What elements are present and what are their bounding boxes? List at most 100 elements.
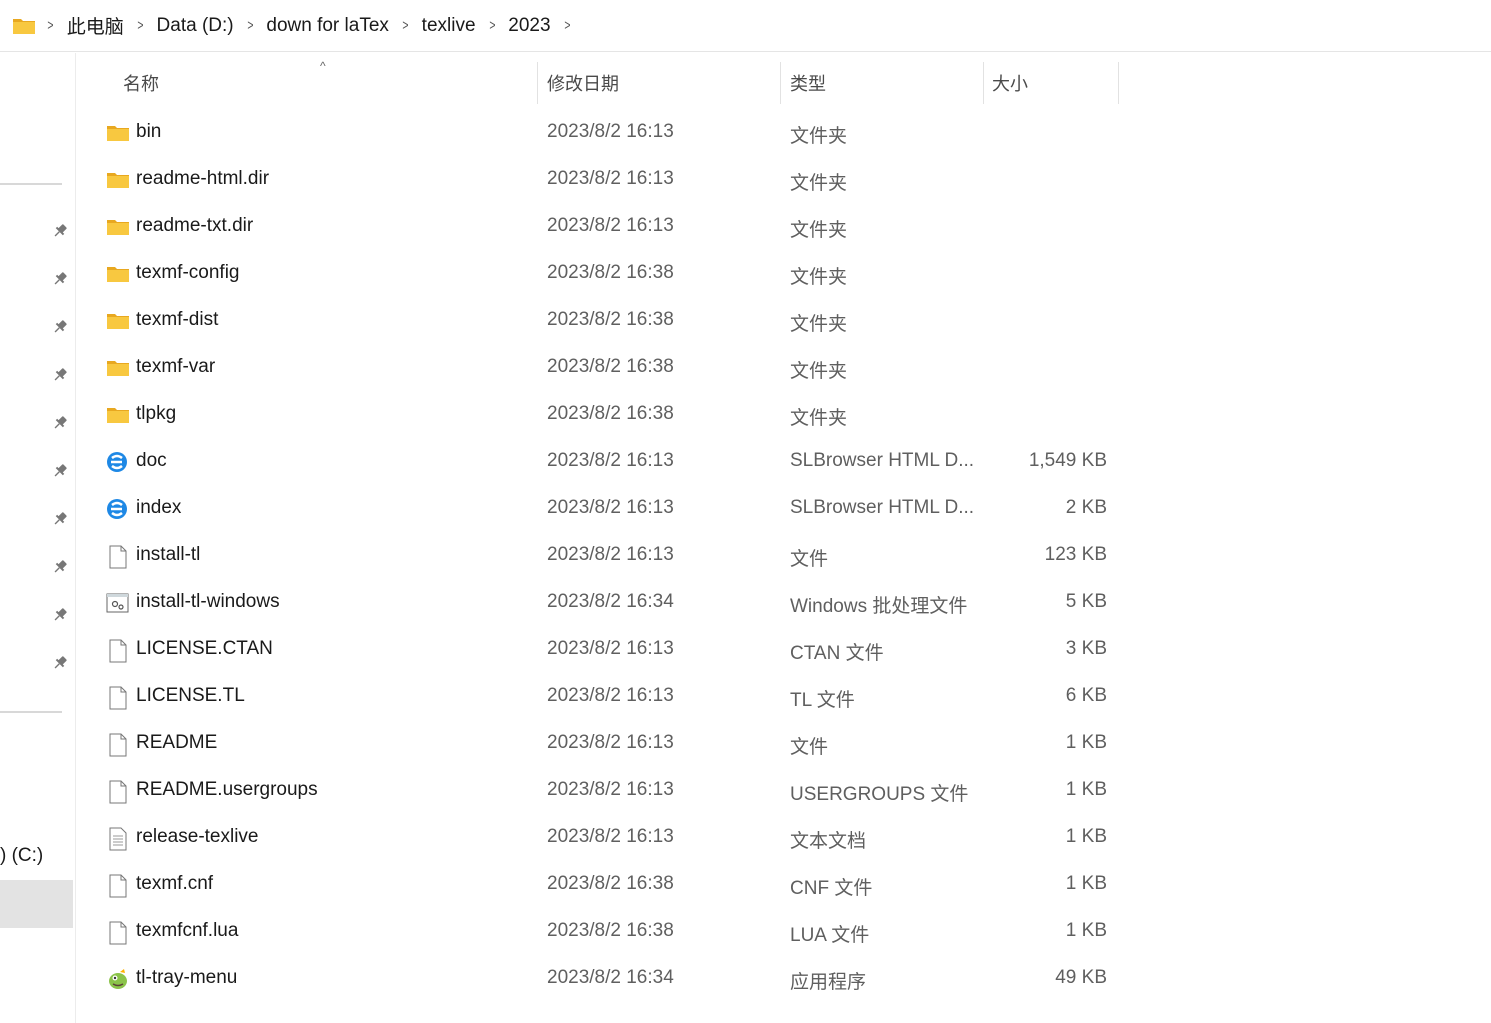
- file-row[interactable]: tl-tray-menu 2023/8/2 16:34 应用程序 49 KB: [77, 956, 1137, 1003]
- text-document-icon: [106, 827, 130, 851]
- pin-icon: [51, 318, 69, 336]
- file-type: CNF 文件: [790, 878, 873, 899]
- file-date: 2023/8/2 16:38: [547, 920, 674, 941]
- chevron-right-icon[interactable]: >: [402, 17, 408, 34]
- file-type: 应用程序: [790, 972, 867, 993]
- pin-icon: [51, 510, 69, 528]
- file-row[interactable]: bin 2023/8/2 16:13 文件夹: [77, 110, 1137, 157]
- breadcrumb: > 此电脑 > Data (D:) > down for laTex > tex…: [0, 0, 1491, 52]
- breadcrumb-item-this-pc[interactable]: 此电脑: [67, 12, 124, 39]
- file-row[interactable]: doc 2023/8/2 16:13 SLBrowser HTML D... 1,54…: [77, 439, 1137, 486]
- file-row[interactable]: texmf-config 2023/8/2 16:38 文件夹: [77, 251, 1137, 298]
- folder-icon: [106, 404, 130, 426]
- file-name: release-texlive: [136, 826, 259, 847]
- file-date: 2023/8/2 16:13: [547, 215, 674, 236]
- file-icon: [106, 874, 130, 898]
- folder-icon[interactable]: [12, 16, 36, 36]
- file-row[interactable]: readme-txt.dir 2023/8/2 16:13 文件夹: [77, 204, 1137, 251]
- column-header-type[interactable]: 类型: [790, 62, 826, 104]
- file-size: 1 KB: [1065, 920, 1107, 941]
- file-name: readme-html.dir: [136, 168, 270, 189]
- file-name: texmf-var: [136, 356, 216, 377]
- file-row[interactable]: texmfcnf.lua 2023/8/2 16:38 LUA 文件 1 KB: [77, 909, 1137, 956]
- browser-icon: [106, 451, 130, 473]
- column-divider[interactable]: [983, 62, 984, 104]
- file-type: Windows 批处理文件: [790, 596, 968, 617]
- file-date: 2023/8/2 16:13: [547, 685, 674, 706]
- column-header-size[interactable]: 大小: [992, 62, 1028, 104]
- file-size: 1 KB: [1065, 732, 1107, 753]
- column-divider[interactable]: [537, 62, 538, 104]
- file-date: 2023/8/2 16:38: [547, 403, 674, 424]
- file-row[interactable]: texmf.cnf 2023/8/2 16:38 CNF 文件 1 KB: [77, 862, 1137, 909]
- folder-icon: [106, 122, 130, 144]
- file-type: 文本文档: [790, 831, 867, 852]
- pin-icon: [51, 654, 69, 672]
- file-row[interactable]: install-tl 2023/8/2 16:13 文件 123 KB: [77, 533, 1137, 580]
- file-row[interactable]: texmf-dist 2023/8/2 16:38 文件夹: [77, 298, 1137, 345]
- chevron-right-icon[interactable]: >: [489, 17, 495, 34]
- navigation-pane[interactable]: ) (C:): [0, 53, 76, 1023]
- file-row[interactable]: texmf-var 2023/8/2 16:38 文件夹: [77, 345, 1137, 392]
- column-header-date[interactable]: 修改日期: [547, 62, 619, 104]
- file-name: install-tl-windows: [136, 591, 280, 612]
- file-name: tlpkg: [136, 403, 177, 424]
- file-row[interactable]: LICENSE.TL 2023/8/2 16:13 TL 文件 6 KB: [77, 674, 1137, 721]
- breadcrumb-item-2023[interactable]: 2023: [508, 15, 550, 37]
- folder-icon: [106, 263, 130, 285]
- file-type: LUA 文件: [790, 925, 870, 946]
- batch-file-icon: [106, 592, 130, 614]
- file-size: 6 KB: [1065, 685, 1107, 706]
- file-row[interactable]: release-texlive 2023/8/2 16:13 文本文档 1 KB: [77, 815, 1137, 862]
- file-type: 文件: [790, 549, 829, 570]
- file-size: 1 KB: [1065, 873, 1107, 894]
- file-size: 5 KB: [1065, 591, 1107, 612]
- file-name: README.usergroups: [136, 779, 318, 800]
- file-type: 文件夹: [790, 408, 848, 429]
- file-size: 1,549 KB: [1028, 450, 1107, 471]
- file-date: 2023/8/2 16:13: [547, 732, 674, 753]
- chevron-right-icon[interactable]: >: [47, 17, 53, 34]
- file-icon: [106, 921, 130, 945]
- column-divider[interactable]: [780, 62, 781, 104]
- nav-item-drive-c[interactable]: ) (C:): [0, 845, 43, 867]
- breadcrumb-item-data-d[interactable]: Data (D:): [157, 15, 234, 37]
- file-type: USERGROUPS 文件: [790, 784, 969, 805]
- file-date: 2023/8/2 16:13: [547, 497, 674, 518]
- chevron-right-icon[interactable]: >: [137, 17, 143, 34]
- file-row[interactable]: index 2023/8/2 16:13 SLBrowser HTML D... 2 …: [77, 486, 1137, 533]
- chevron-right-icon[interactable]: >: [247, 17, 253, 34]
- nav-item-selected[interactable]: [0, 880, 73, 928]
- file-row[interactable]: README.usergroups 2023/8/2 16:13 USERGROUP…: [77, 768, 1137, 815]
- file-date: 2023/8/2 16:13: [547, 638, 674, 659]
- file-row[interactable]: LICENSE.CTAN 2023/8/2 16:13 CTAN 文件 3 KB: [77, 627, 1137, 674]
- column-divider[interactable]: [1118, 62, 1119, 104]
- file-type: TL 文件: [790, 690, 855, 711]
- file-name: texmf.cnf: [136, 873, 214, 894]
- pin-icon: [51, 270, 69, 288]
- breadcrumb-item-texlive[interactable]: texlive: [422, 15, 476, 37]
- file-date: 2023/8/2 16:13: [547, 826, 674, 847]
- file-date: 2023/8/2 16:13: [547, 544, 674, 565]
- pin-icon: [51, 414, 69, 432]
- file-icon: [106, 545, 130, 569]
- breadcrumb-item-down-for-latex[interactable]: down for laTex: [266, 15, 389, 37]
- folder-icon: [106, 169, 130, 191]
- file-row[interactable]: readme-html.dir 2023/8/2 16:13 文件夹: [77, 157, 1137, 204]
- file-name: tl-tray-menu: [136, 967, 238, 988]
- file-name: texmfcnf.lua: [136, 920, 239, 941]
- chevron-right-icon[interactable]: >: [564, 17, 570, 34]
- file-size: 123 KB: [1044, 544, 1107, 565]
- file-date: 2023/8/2 16:38: [547, 356, 674, 377]
- pin-icon: [51, 462, 69, 480]
- file-row[interactable]: install-tl-windows 2023/8/2 16:34 Windows …: [77, 580, 1137, 627]
- file-type: 文件夹: [790, 220, 848, 241]
- file-row[interactable]: tlpkg 2023/8/2 16:38 文件夹: [77, 392, 1137, 439]
- column-header-name[interactable]: 名称: [123, 62, 159, 104]
- file-icon: [106, 733, 130, 757]
- file-type: SLBrowser HTML D...: [790, 497, 975, 518]
- file-date: 2023/8/2 16:13: [547, 168, 674, 189]
- application-icon: [106, 968, 130, 990]
- file-row[interactable]: README 2023/8/2 16:13 文件 1 KB: [77, 721, 1137, 768]
- nav-divider: [0, 183, 62, 185]
